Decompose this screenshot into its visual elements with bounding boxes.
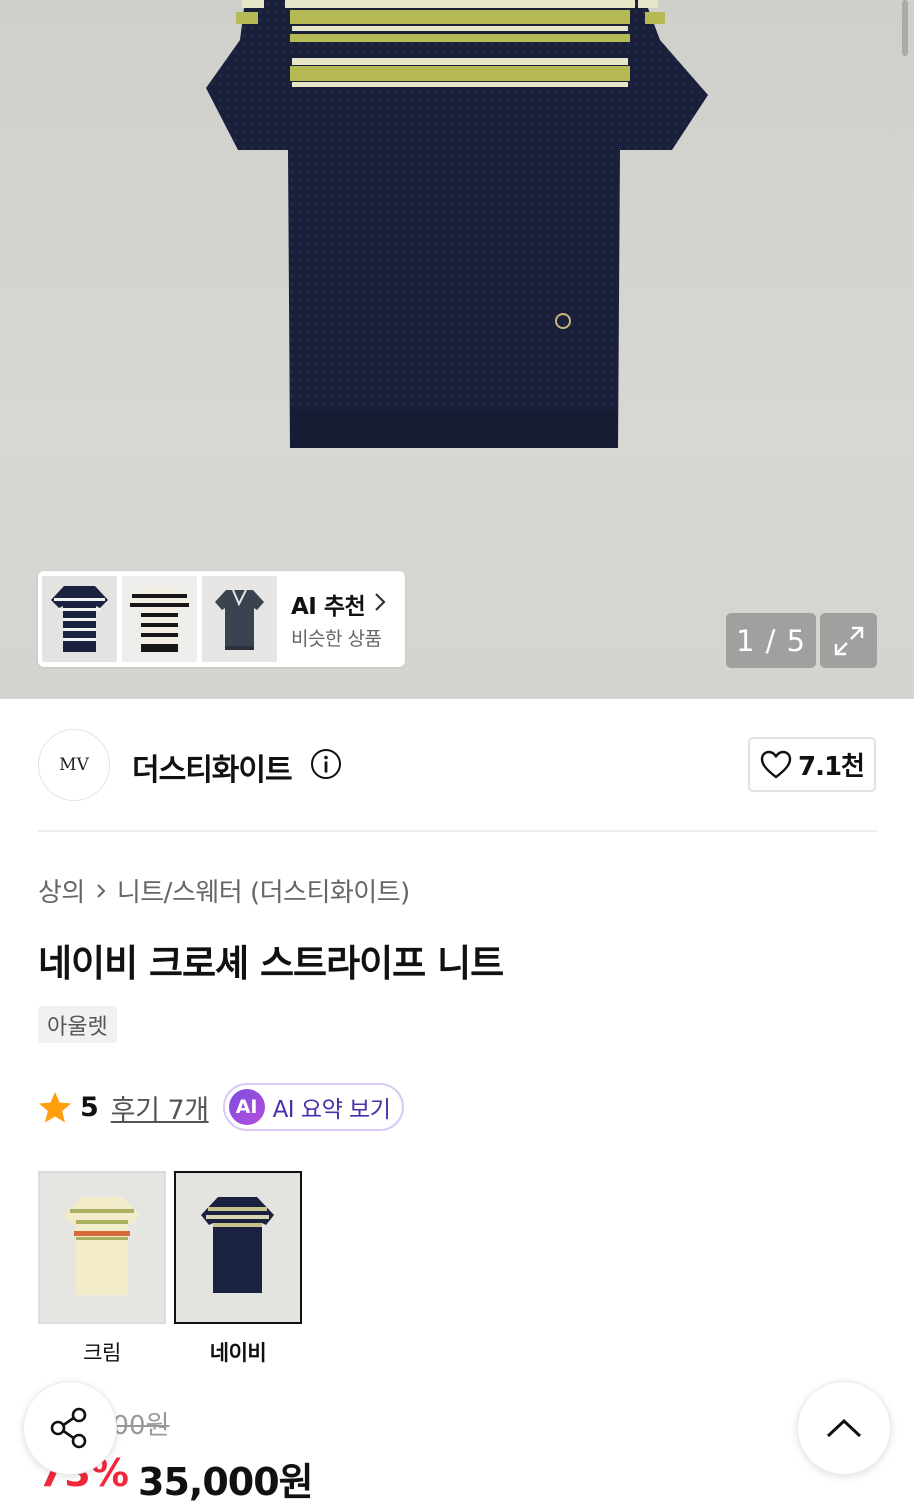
- brand-logo[interactable]: MV: [38, 729, 110, 801]
- chevron-right-icon: [97, 883, 106, 898]
- sale-price: 35,000원: [138, 1460, 314, 1504]
- expand-button[interactable]: [820, 613, 877, 668]
- expand-icon: [834, 626, 863, 655]
- ai-summary-button[interactable]: AI AI 요약 보기: [222, 1083, 405, 1131]
- ai-recommend-title: AI 추천: [291, 594, 366, 620]
- chevron-right-icon: [375, 593, 386, 611]
- share-icon: [50, 1407, 87, 1449]
- color-label-cream: 크림: [83, 1341, 121, 1365]
- ai-badge-icon: AI: [228, 1089, 265, 1125]
- scrollbar[interactable]: [902, 0, 908, 56]
- rating-value: 5: [80, 1091, 99, 1123]
- outlet-tag: 아울렛: [38, 1006, 117, 1043]
- ai-recommend-card[interactable]: AI 추천 비슷한 상품: [38, 571, 405, 667]
- product-title: 네이비 크로셰 스트라이프 니트: [38, 942, 504, 985]
- product-image[interactable]: AI 추천 비슷한 상품 1 / 5: [0, 0, 914, 699]
- ai-summary-label: AI 요약 보기: [272, 1097, 391, 1123]
- recommend-thumb-1[interactable]: [42, 576, 117, 662]
- color-label-navy: 네이비: [209, 1341, 267, 1365]
- star-icon: [39, 1091, 71, 1122]
- color-option-navy[interactable]: [174, 1171, 302, 1324]
- like-button[interactable]: 7.1천: [748, 737, 876, 792]
- breadcrumb-subcategory[interactable]: 니트/스웨터 (더스티화이트): [117, 872, 410, 909]
- breadcrumb: 상의 니트/스웨터 (더스티화이트): [38, 872, 410, 909]
- share-button[interactable]: [23, 1381, 117, 1475]
- heart-icon: [760, 750, 792, 778]
- ai-recommend-subtitle: 비슷한 상품: [291, 628, 382, 650]
- info-icon[interactable]: [310, 748, 342, 780]
- like-count: 7.1천: [798, 752, 865, 782]
- brand-name[interactable]: 더스티화이트: [132, 745, 293, 789]
- color-option-cream[interactable]: [38, 1171, 166, 1324]
- recommend-thumb-3[interactable]: [202, 576, 277, 662]
- recommend-thumb-2[interactable]: [122, 576, 197, 662]
- rating-row: 5 후기 7개 AI AI 요약 보기: [38, 1082, 405, 1132]
- scroll-top-button[interactable]: [797, 1381, 891, 1475]
- chevron-up-icon: [826, 1418, 862, 1438]
- breadcrumb-category[interactable]: 상의: [38, 872, 85, 909]
- reviews-link[interactable]: 후기 7개: [111, 1088, 209, 1127]
- divider: [38, 830, 877, 832]
- image-counter: 1 / 5: [726, 613, 816, 668]
